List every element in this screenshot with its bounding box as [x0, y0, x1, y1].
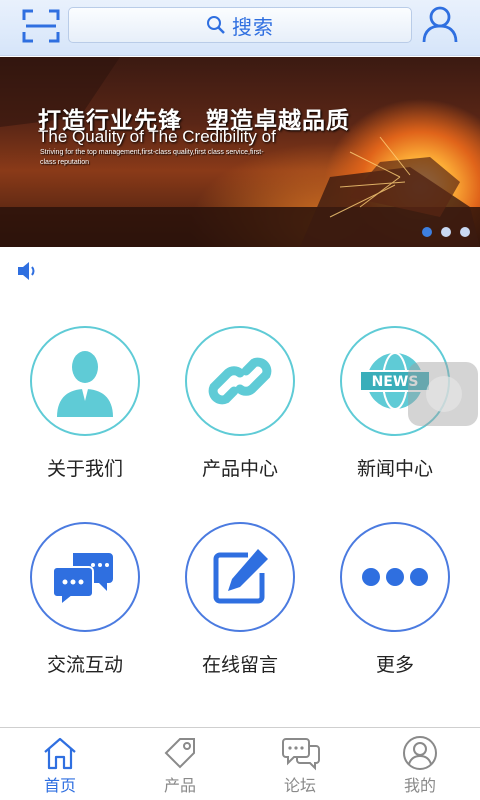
- scan-icon[interactable]: [22, 8, 60, 44]
- tab-products[interactable]: 产品: [120, 728, 240, 800]
- tab-label: 产品: [163, 776, 196, 795]
- menu-label: 交流互动: [46, 654, 123, 676]
- tag-icon: [164, 738, 195, 769]
- bottom-nav: 首页 产品 论坛 我的: [0, 727, 480, 800]
- tab-mine[interactable]: 我的: [360, 728, 480, 800]
- search-label: 搜索: [232, 14, 274, 39]
- link-icon: [208, 357, 272, 405]
- chat-icon: [52, 553, 113, 608]
- menu-item-more[interactable]: 更多: [320, 522, 470, 692]
- menu-label: 在线留言: [201, 654, 278, 676]
- search-input[interactable]: 搜索: [68, 7, 412, 43]
- home-icon: [44, 737, 76, 770]
- speaker-icon[interactable]: [16, 260, 40, 282]
- menu-item-message[interactable]: 在线留言: [165, 522, 315, 692]
- carousel-dot[interactable]: [422, 227, 432, 237]
- carousel-dot[interactable]: [460, 227, 470, 237]
- person-icon: [57, 351, 113, 417]
- banner-subline: Striving for the top management,first-cl…: [40, 149, 264, 166]
- tab-forum[interactable]: 论坛: [240, 728, 360, 800]
- menu-item-about[interactable]: 关于我们: [10, 326, 160, 496]
- top-bar: 搜索: [0, 0, 480, 56]
- user-icon[interactable]: [420, 4, 460, 44]
- tab-label: 论坛: [283, 776, 316, 795]
- floating-button[interactable]: [408, 362, 478, 426]
- search-icon: [207, 16, 225, 34]
- forum-icon: [282, 738, 320, 771]
- profile-icon: [403, 736, 437, 770]
- floating-button-core: [426, 376, 462, 412]
- carousel-indicators: [422, 227, 470, 237]
- carousel-dot[interactable]: [441, 227, 451, 237]
- banner-headline-en: The Quality of The Credibility of: [38, 127, 276, 146]
- products-circle: [185, 326, 295, 436]
- edit-icon: [213, 549, 268, 604]
- about-circle: [30, 326, 140, 436]
- menu-item-interaction[interactable]: 交流互动: [10, 522, 160, 692]
- tab-label: 我的: [403, 776, 436, 795]
- menu-item-products[interactable]: 产品中心: [165, 326, 315, 496]
- tab-label: 首页: [43, 776, 76, 795]
- interaction-circle: [30, 522, 140, 632]
- menu-label: 产品中心: [201, 458, 278, 480]
- menu-label: 新闻中心: [356, 458, 433, 480]
- message-circle: [185, 522, 295, 632]
- tab-home[interactable]: 首页: [0, 728, 120, 800]
- menu-label: 更多: [375, 654, 414, 676]
- more-circle: [340, 522, 450, 632]
- menu-label: 关于我们: [46, 458, 123, 480]
- more-dots-icon: [362, 568, 428, 586]
- banner-carousel[interactable]: 打造行业先锋 塑造卓越品质 The Quality of The Credibi…: [0, 57, 480, 247]
